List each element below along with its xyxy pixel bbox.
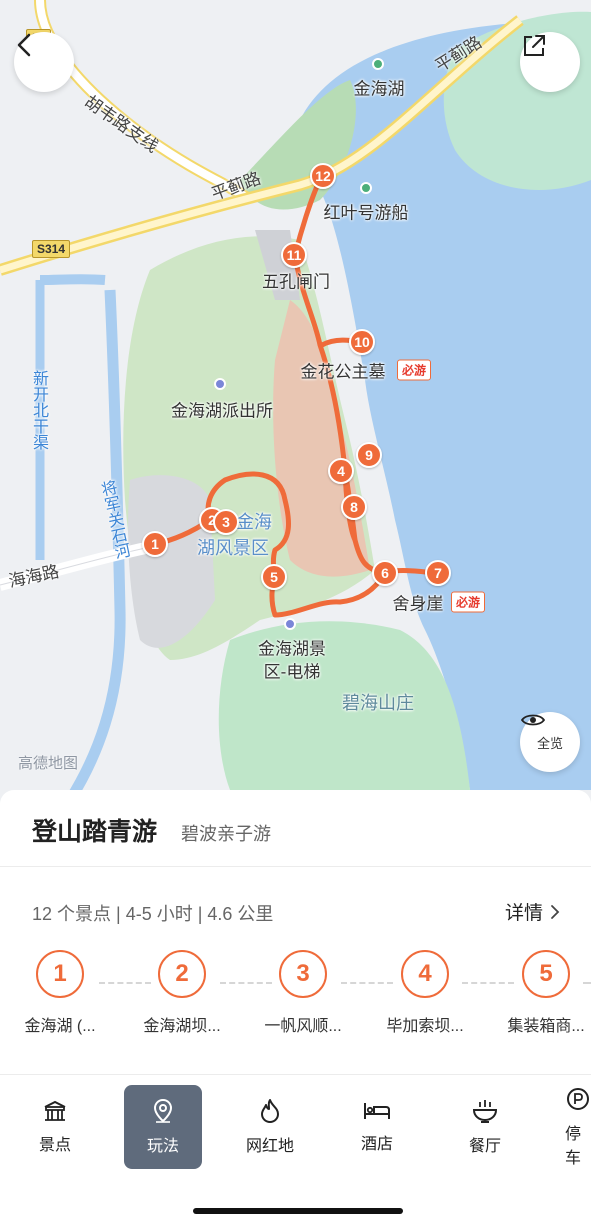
map-label-jinhua[interactable]: 金花公主墓 [301, 358, 386, 383]
parking-icon [567, 1088, 589, 1110]
route-stop-8[interactable]: 8 [341, 494, 367, 520]
tab-label: 停车 [565, 1126, 582, 1167]
location-pin-icon [153, 1098, 173, 1123]
route-subtitle[interactable]: 碧波亲子游 [181, 820, 271, 846]
sheet-header: 登山踏青游 碧波亲子游 [32, 812, 271, 848]
road-shield-s314: S314 [32, 240, 71, 258]
map-view[interactable]: S1 S314 胡韦路支线 平蓟路 平蓟路 海海路 新开北干渠 将军关石河 金海… [0, 0, 591, 810]
route-stop-5[interactable]: 5 [261, 564, 287, 590]
stop-number-circle: 5 [522, 950, 570, 998]
stop-number-circle: 1 [36, 950, 84, 998]
tab-label: 玩法 [146, 1138, 179, 1155]
stop-name: 金海湖 (... [24, 1018, 96, 1035]
stop-name: 集装箱商... [507, 1018, 585, 1035]
route-stop-9[interactable]: 9 [356, 442, 382, 468]
stop-number-circle: 2 [158, 950, 206, 998]
route-stop-1[interactable]: 1 [142, 531, 168, 557]
map-label-elevator-2[interactable]: 区-电梯 [264, 658, 321, 683]
details-label: 详情 [504, 903, 543, 924]
stop-item-2[interactable]: 2 金海湖坝... [122, 950, 242, 1036]
poi-dot-jinhaihu [372, 58, 384, 70]
stop-number-circle: 4 [401, 950, 449, 998]
eye-icon [520, 714, 546, 726]
map-canvas [0, 0, 591, 803]
route-title: 登山踏青游 [32, 818, 158, 846]
route-stop-6[interactable]: 6 [372, 560, 398, 586]
tab-parking[interactable]: 停车 [553, 1085, 591, 1169]
flame-icon [261, 1099, 279, 1123]
poi-dot-police [214, 378, 226, 390]
gate-icon [44, 1100, 66, 1121]
poi-dot-hongye [360, 182, 372, 194]
share-button[interactable] [520, 32, 580, 92]
tab-hotels[interactable]: 酒店 [338, 1085, 416, 1169]
tab-trending[interactable]: 网红地 [231, 1085, 309, 1169]
tab-label: 餐厅 [468, 1138, 501, 1155]
map-label-hongye[interactable]: 红叶号游船 [324, 199, 409, 224]
stop-name: 一帆风顺... [264, 1018, 342, 1035]
chevron-left-icon [17, 33, 31, 57]
route-stops-list[interactable]: 1 金海湖 (... 2 金海湖坝... 3 一帆风顺... 4 毕加索坝...… [0, 950, 591, 1050]
tab-label: 景点 [38, 1137, 71, 1154]
map-label-police[interactable]: 金海湖派出所 [171, 397, 273, 422]
tab-restaurants[interactable]: 餐厅 [446, 1085, 524, 1169]
chevron-right-icon [551, 904, 560, 919]
must-visit-badge-jinhua: 必游 [397, 359, 432, 381]
route-stop-4[interactable]: 4 [328, 458, 354, 484]
stop-item-5[interactable]: 5 集装箱商... [486, 950, 591, 1036]
share-icon [524, 35, 545, 56]
divider [0, 866, 591, 867]
must-visit-badge-sheshenya: 必游 [451, 591, 486, 613]
stop-item-3[interactable]: 3 一帆风顺... [243, 950, 363, 1036]
stop-item-1[interactable]: 1 金海湖 (... [0, 950, 120, 1036]
map-label-sheshenya[interactable]: 舍身崖 [393, 590, 444, 615]
route-summary: 12 个景点 | 4-5 小时 | 4.6 公里 [32, 904, 274, 924]
bowl-icon [472, 1100, 498, 1123]
divider [0, 1074, 591, 1075]
route-stop-11[interactable]: 11 [281, 242, 307, 268]
canal-label: 新开北干渠 [30, 370, 47, 450]
tab-play[interactable]: 玩法 [124, 1085, 202, 1169]
category-tab-bar: 景点 玩法 网红地 酒店 餐厅 停车 [0, 1085, 591, 1231]
map-label-wukong[interactable]: 五孔闸门 [262, 268, 330, 293]
overview-label: 全览 [536, 736, 563, 751]
bed-icon [364, 1103, 390, 1119]
stop-number-circle: 3 [279, 950, 327, 998]
stop-name: 金海湖坝... [143, 1018, 221, 1035]
route-stop-12[interactable]: 12 [310, 163, 336, 189]
home-indicator [193, 1208, 403, 1214]
stop-name: 毕加索坝... [386, 1018, 464, 1035]
route-stop-10[interactable]: 10 [349, 329, 375, 355]
route-stop-7[interactable]: 7 [425, 560, 451, 586]
map-label-elevator-1[interactable]: 金海湖景 [258, 635, 326, 660]
stop-item-4[interactable]: 4 毕加索坝... [365, 950, 485, 1036]
overview-button[interactable]: 全览 [520, 712, 580, 772]
map-label-bihai: 碧海山庄 [342, 693, 414, 713]
map-label-scenic-2: 湖风景区 [197, 538, 269, 558]
details-link[interactable]: 详情 [505, 898, 561, 925]
poi-dot-elevator [284, 618, 296, 630]
map-watermark: 高德地图 [18, 755, 79, 772]
route-stop-3[interactable]: 3 [213, 509, 239, 535]
back-button[interactable] [14, 32, 74, 92]
map-label-jinhaihu[interactable]: 金海湖 [354, 75, 405, 100]
tab-label: 网红地 [245, 1138, 294, 1155]
tab-label: 酒店 [360, 1136, 393, 1153]
tab-scenic-spots[interactable]: 景点 [16, 1085, 94, 1169]
